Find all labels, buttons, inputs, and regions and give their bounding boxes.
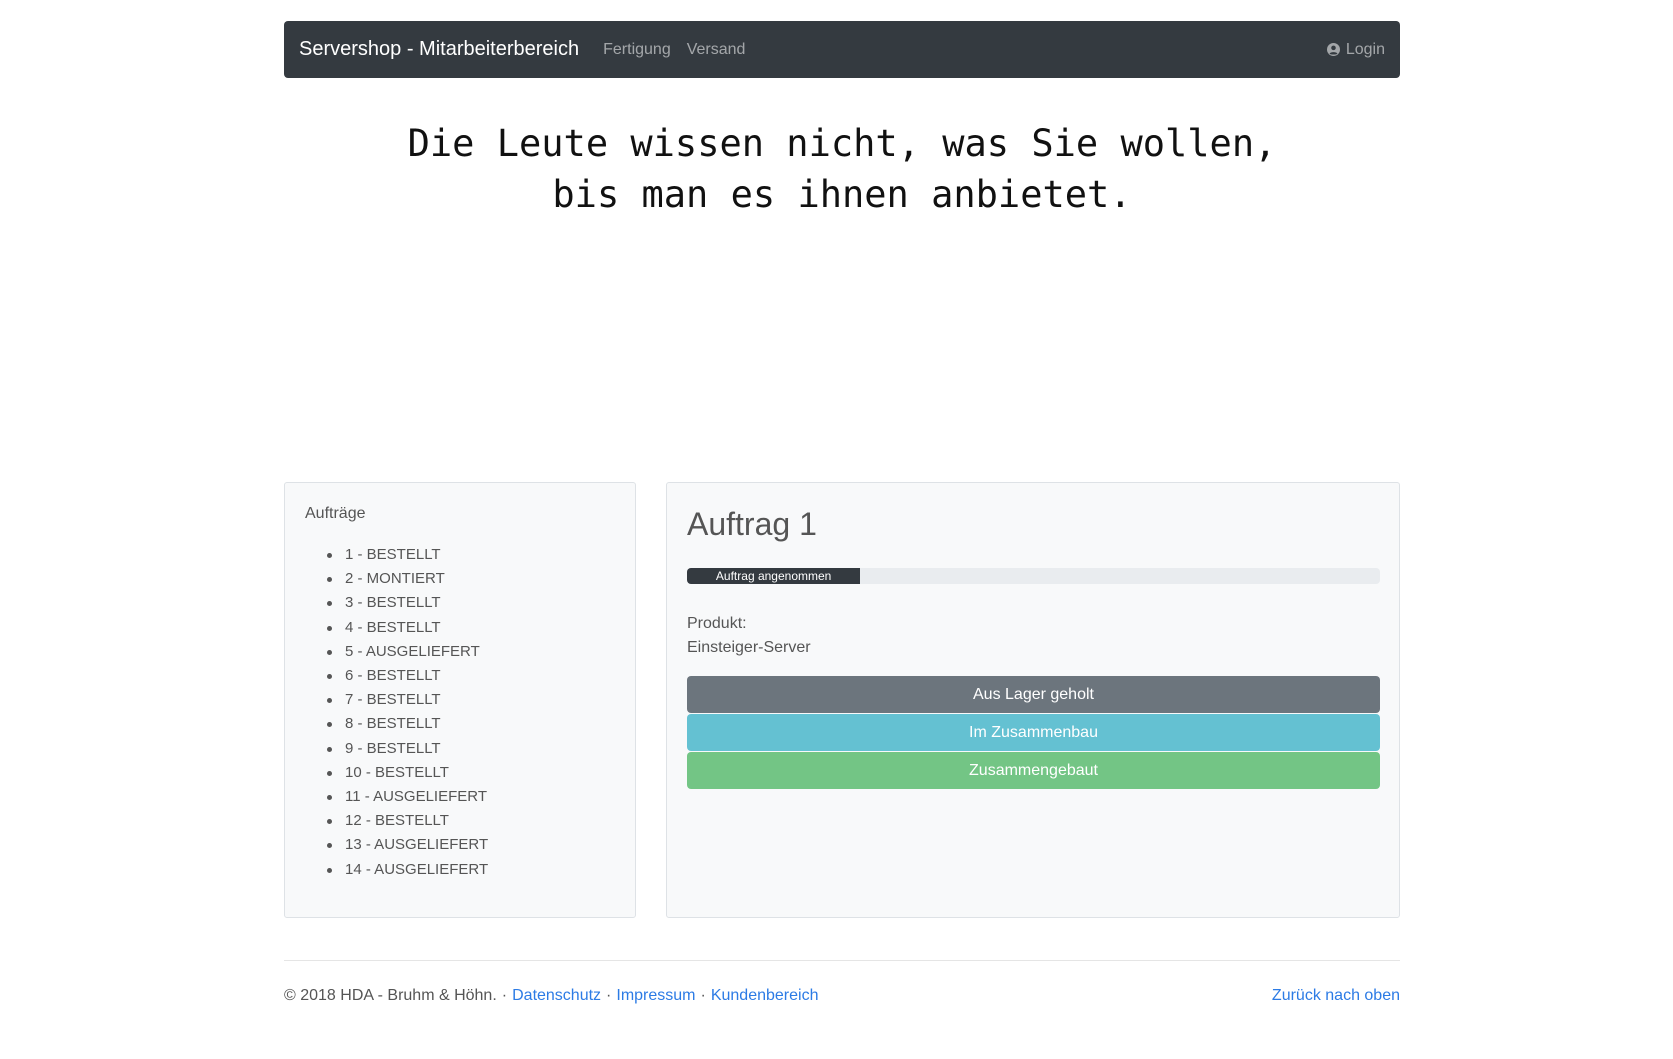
footer-link-impressum[interactable]: Impressum bbox=[616, 987, 695, 1005]
aus-lager-geholt-button[interactable]: Aus Lager geholt bbox=[687, 676, 1380, 713]
login-label: Login bbox=[1345, 40, 1385, 58]
navbar: Servershop - Mitarbeiterbereich Fertigun… bbox=[284, 21, 1400, 78]
back-to-top-link[interactable]: Zurück nach oben bbox=[1272, 987, 1400, 1005]
order-item[interactable]: 4 - BESTELLT bbox=[327, 616, 615, 640]
brand-link[interactable]: Servershop - Mitarbeiterbereich bbox=[299, 38, 579, 61]
nav-link-fertigung[interactable]: Fertigung bbox=[603, 41, 671, 59]
product-value: Einsteiger-Server bbox=[687, 639, 811, 656]
order-item[interactable]: 3 - BESTELLT bbox=[327, 591, 615, 615]
nav-link-versand[interactable]: Versand bbox=[687, 41, 746, 59]
order-item[interactable]: 2 - MONTIERT bbox=[327, 567, 615, 591]
order-item[interactable]: 5 - AUSGELIEFERT bbox=[327, 640, 615, 664]
orders-title: Aufträge bbox=[305, 505, 366, 522]
user-circle-icon bbox=[1326, 43, 1340, 56]
order-item[interactable]: 8 - BESTELLT bbox=[327, 712, 615, 736]
quote: Die Leute wissen nicht, was Sie wollen, … bbox=[284, 118, 1400, 220]
order-progress: Auftrag angenommen bbox=[687, 568, 1380, 584]
footer-separator: · bbox=[606, 987, 612, 1004]
orders-list: 1 - BESTELLT 2 - MONTIERT 3 - BESTELLT 4… bbox=[305, 543, 615, 882]
orders-panel: Aufträge 1 - BESTELLT 2 - MONTIERT 3 - B… bbox=[284, 482, 636, 918]
login-link[interactable]: Login bbox=[1326, 40, 1385, 59]
order-item[interactable]: 11 - AUSGELIEFERT bbox=[327, 785, 615, 809]
footer-separator: · bbox=[501, 987, 508, 1004]
footer-link-datenschutz[interactable]: Datenschutz bbox=[512, 987, 601, 1005]
footer: © 2018 HDA - Bruhm & Höhn. · Datenschutz… bbox=[284, 987, 1400, 1005]
order-item[interactable]: 1 - BESTELLT bbox=[327, 543, 615, 567]
order-item[interactable]: 9 - BESTELLT bbox=[327, 737, 615, 761]
zusammengebaut-button[interactable]: Zusammengebaut bbox=[687, 752, 1380, 789]
order-item[interactable]: 6 - BESTELLT bbox=[327, 664, 615, 688]
footer-separator: · bbox=[700, 987, 706, 1004]
footer-copyright: © 2018 HDA - Bruhm & Höhn. bbox=[284, 987, 497, 1004]
quote-line-2: bis man es ihnen anbietet. bbox=[552, 173, 1132, 216]
order-detail-panel: Auftrag 1 Auftrag angenommen Produkt: Ei… bbox=[666, 482, 1400, 918]
order-item[interactable]: 13 - AUSGELIEFERT bbox=[327, 833, 615, 857]
order-progress-bar: Auftrag angenommen bbox=[687, 568, 861, 584]
order-detail-title: Auftrag 1 bbox=[687, 506, 817, 542]
order-item[interactable]: 10 - BESTELLT bbox=[327, 761, 615, 785]
footer-divider bbox=[284, 960, 1400, 961]
order-item[interactable]: 7 - BESTELLT bbox=[327, 688, 615, 712]
footer-link-kundenbereich[interactable]: Kundenbereich bbox=[711, 987, 819, 1005]
im-zusammenbau-button[interactable]: Im Zusammenbau bbox=[687, 714, 1380, 751]
order-item[interactable]: 12 - BESTELLT bbox=[327, 809, 615, 833]
product-label: Produkt: bbox=[687, 615, 747, 632]
order-item[interactable]: 14 - AUSGELIEFERT bbox=[327, 858, 615, 882]
quote-line-1: Die Leute wissen nicht, was Sie wollen, bbox=[407, 122, 1277, 165]
